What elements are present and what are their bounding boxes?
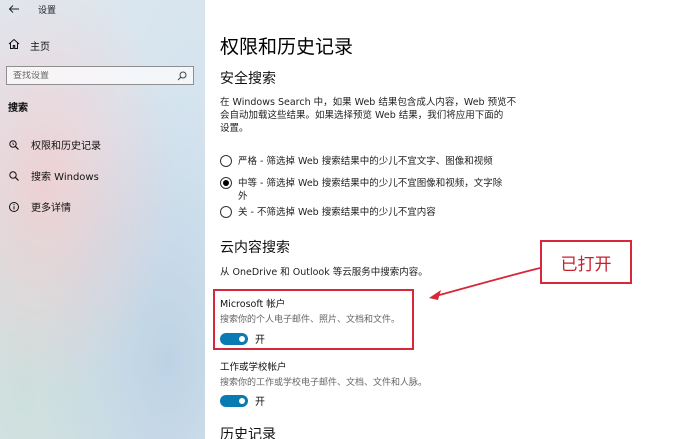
work-account-toggle-row[interactable]: 开 [220, 393, 265, 408]
page-title: 权限和历史记录 [220, 36, 354, 58]
safe-search-description: 在 Windows Search 中，如果 Web 结果包含成人内容，Web 预… [220, 96, 520, 135]
radio-button[interactable] [220, 155, 232, 167]
settings-search-input[interactable] [13, 70, 163, 81]
sidebar-item-permissions-history[interactable]: 权限和历史记录 [8, 137, 101, 152]
toggle-knob [239, 397, 245, 404]
sidebar-item-more-details[interactable]: 更多详情 [8, 199, 71, 214]
safe-search-heading: 安全搜索 [220, 71, 276, 87]
cloud-search-heading: 云内容搜索 [220, 240, 290, 256]
radio-option-strict[interactable]: 严格 - 筛选掉 Web 搜索结果中的少儿不宜文字、图像和视频 [220, 155, 520, 168]
radio-label: 严格 - 筛选掉 Web 搜索结果中的少儿不宜文字、图像和视频 [238, 155, 493, 168]
radio-label-line: 关 - 不筛选掉 Web 搜索结果中的少儿不宜内容 [238, 207, 436, 218]
cloud-search-description: 从 OneDrive 和 Outlook 等云服务中搜索内容。 [220, 267, 428, 278]
sidebar: 设置 主页 搜索 权限和历史记录 搜索 Windows 更多详情 [0, 0, 205, 439]
settings-search-box[interactable] [6, 66, 194, 85]
radio-option-moderate[interactable]: 中等 - 筛选掉 Web 搜索结果中的少儿不宜图像和视频，文字除 外 [220, 177, 520, 203]
description-line: 在 Windows Search 中，如果 Web 结果包含成人内容，Web 预… [220, 97, 517, 108]
radio-label-line: 严格 - 筛选掉 Web 搜索结果中的少儿不宜文字、图像和视频 [238, 156, 493, 167]
sidebar-section-title: 搜索 [8, 103, 28, 114]
annotation-callout: 已打开 [540, 240, 632, 284]
radio-label-line: 中等 - 筛选掉 Web 搜索结果中的少儿不宜图像和视频，文字除 [238, 178, 503, 189]
main-content: 权限和历史记录 安全搜索 在 Windows Search 中，如果 Web 结… [205, 0, 693, 439]
radio-option-off[interactable]: 关 - 不筛选掉 Web 搜索结果中的少儿不宜内容 [220, 206, 520, 219]
permissions-icon [8, 139, 20, 151]
title-bar: 设置 [8, 2, 56, 16]
sidebar-item-label: 更多详情 [31, 203, 71, 214]
radio-label: 中等 - 筛选掉 Web 搜索结果中的少儿不宜图像和视频，文字除 外 [238, 177, 502, 203]
sidebar-item-label: 搜索 Windows [31, 172, 99, 183]
window-title: 设置 [38, 5, 57, 16]
sidebar-item-home[interactable]: 主页 [8, 38, 50, 53]
sidebar-item-label: 权限和历史记录 [31, 141, 101, 152]
description-line: 会自动加载这些结果。如果选择预览 Web 结果，我们将应用下面的 [220, 110, 504, 121]
sidebar-item-search-windows[interactable]: 搜索 Windows [8, 168, 99, 183]
radio-button[interactable] [220, 206, 232, 218]
work-account-toggle[interactable] [220, 394, 248, 407]
work-account-description: 搜索你的工作或学校电子邮件、文档、文件和人脉。 [220, 378, 428, 388]
search-icon[interactable] [177, 66, 187, 85]
history-heading: 历史记录 [220, 427, 276, 439]
home-label: 主页 [30, 42, 50, 53]
radio-label: 关 - 不筛选掉 Web 搜索结果中的少儿不宜内容 [238, 206, 436, 219]
annotation-highlight-box [213, 289, 414, 350]
info-icon [8, 201, 20, 213]
home-icon [8, 38, 20, 53]
description-line: 设置。 [220, 123, 249, 134]
radio-label-line: 外 [238, 191, 248, 202]
search-icon [8, 170, 20, 182]
toggle-state-label: 开 [255, 397, 265, 408]
radio-dot [223, 180, 229, 186]
back-arrow-icon[interactable] [8, 3, 20, 15]
radio-button-selected[interactable] [220, 177, 232, 189]
work-account-title: 工作或学校帐户 [220, 362, 287, 373]
